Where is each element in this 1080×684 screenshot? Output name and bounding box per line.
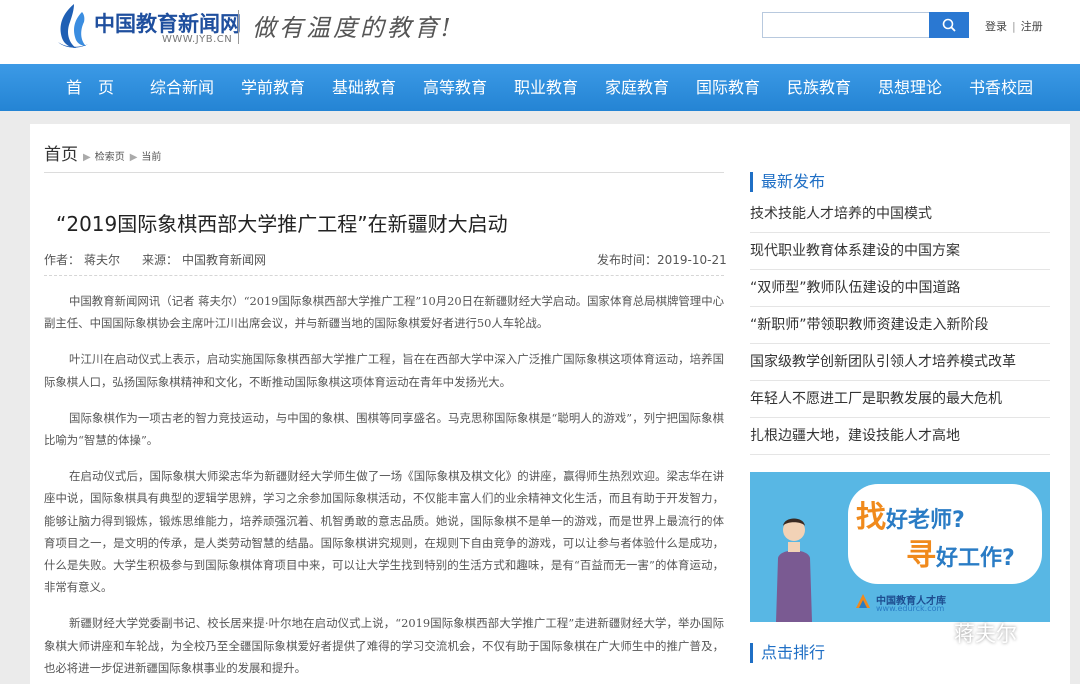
ad-line-1-big: 找 (856, 500, 886, 535)
breadcrumb-chevron-icon: ▶ (129, 152, 138, 163)
ranking-heading: 点击排行 (750, 643, 825, 663)
meta-divider (44, 275, 724, 276)
header-divider (238, 10, 239, 44)
logo-url: WWW.JYB.CN (162, 34, 233, 45)
latest-news-item[interactable]: 国家级教学创新团队引领人才培养模式改革 (750, 344, 1050, 381)
search-button[interactable] (929, 12, 969, 38)
nav-item-basic-education[interactable]: 基础教育 (332, 64, 396, 111)
nav-item-preschool[interactable]: 学前教育 (241, 64, 305, 111)
latest-news-list: 技术技能人才培养的中国模式 现代职业教育体系建设的中国方案 “双师型”教师队伍建… (750, 196, 1050, 455)
latest-news-item[interactable]: “新职师”带领职教师资建设走入新阶段 (750, 307, 1050, 344)
nav-item-family[interactable]: 家庭教育 (605, 64, 669, 111)
latest-news-item[interactable]: 技术技能人才培养的中国模式 (750, 196, 1050, 233)
breadcrumb-current: 当前 (141, 152, 162, 163)
ad-brand-url: www.edurck.com (876, 604, 945, 613)
nav-item-ethnic[interactable]: 民族教育 (787, 64, 851, 111)
link-separator: | (1012, 20, 1016, 33)
article-source: 中国教育新闻网 (182, 253, 267, 267)
register-link[interactable]: 注册 (1021, 20, 1043, 33)
wechat-icon (918, 622, 947, 644)
author-label: 作者： (44, 253, 81, 267)
source-label: 来源： (142, 253, 179, 267)
nav-item-international[interactable]: 国际教育 (696, 64, 760, 111)
latest-heading: 最新发布 (750, 172, 825, 192)
article-paragraph: 在启动仪式后，国际象棋大师梁志华为新疆财经大学师生做了一场《国际象棋及棋文化》的… (44, 469, 724, 595)
login-link[interactable]: 登录 (985, 20, 1007, 33)
breadcrumb-home[interactable]: 首页 (44, 145, 78, 165)
pubtime-value: 2019-10-21 (657, 253, 727, 267)
site-slogan: 做有温度的教育! (252, 14, 454, 42)
search-icon (942, 18, 956, 32)
wechat-watermark: 蒋夫尔 (918, 618, 1017, 648)
talent-ad-banner[interactable]: 找好老师? 寻好工作? 中国教育人才库 www.edurck.com (750, 472, 1050, 622)
article-paragraph: 中国教育新闻网讯（记者 蒋夫尔）“2019国际象棋西部大学推广工程”10月20日… (44, 294, 724, 331)
article-meta: 作者： 蒋夫尔 来源： 中国教育新闻网 (44, 251, 270, 268)
latest-news-item[interactable]: “双师型”教师队伍建设的中国道路 (750, 270, 1050, 307)
ad-brand-logo-icon (856, 594, 870, 608)
breadcrumb-divider (44, 172, 724, 173)
breadcrumb-search[interactable]: 检索页 (95, 152, 125, 163)
article-paragraph: 叶江川在启动仪式上表示，启动实施国际象棋西部大学推广工程，旨在在西部大学中深入广… (44, 352, 724, 389)
main-nav: 首 页 综合新闻 学前教育 基础教育 高等教育 职业教育 家庭教育 国际教育 民… (0, 64, 1080, 111)
search-input[interactable] (762, 12, 930, 38)
site-header: 中国教育新闻网 WWW.JYB.CN 做有温度的教育! 登录 | 注册 (0, 0, 1080, 64)
nav-item-home[interactable]: 首 页 (66, 64, 114, 111)
article-body: 中国教育新闻网讯（记者 蒋夫尔）“2019国际象棋西部大学推广工程”10月20日… (44, 290, 724, 684)
ad-line-2: 寻好工作? (906, 530, 1015, 574)
breadcrumb-chevron-icon: ▶ (83, 152, 91, 163)
latest-news-item[interactable]: 扎根边疆大地，建设技能人才高地 (750, 418, 1050, 455)
ad-line-2-small: 好工作? (936, 546, 1015, 571)
article-pubtime: 发布时间：2019-10-21 (597, 251, 727, 268)
nav-item-vocational[interactable]: 职业教育 (514, 64, 578, 111)
article-author: 蒋夫尔 (84, 253, 121, 267)
latest-news-item[interactable]: 年轻人不愿进工厂是职教发展的最大危机 (750, 381, 1050, 418)
article-paragraph: 国际象棋作为一项古老的智力竞技运动，与中国的象棋、围棋等同享盛名。马克思称国际象… (44, 410, 724, 448)
latest-news-item[interactable]: 现代职业教育体系建设的中国方案 (750, 233, 1050, 270)
nav-item-campus[interactable]: 书香校园 (969, 64, 1033, 111)
watermark-text: 蒋夫尔 (954, 622, 1017, 646)
logo-flame-icon[interactable] (52, 2, 92, 50)
ad-person-illustration (776, 518, 812, 622)
nav-item-higher-education[interactable]: 高等教育 (423, 64, 487, 111)
nav-item-general-news[interactable]: 综合新闻 (150, 64, 214, 111)
article-title: “2019国际象棋西部大学推广工程”在新疆财大启动 (56, 212, 508, 236)
account-links: 登录 | 注册 (985, 18, 1043, 34)
ad-line-2-big: 寻 (906, 538, 936, 573)
pubtime-label: 发布时间： (597, 253, 658, 267)
breadcrumb: 首页 ▶ 检索页 ▶ 当前 (44, 140, 161, 165)
article-paragraph: 新疆财经大学党委副书记、校长居来提·叶尔地在启动仪式上说，“2019国际象棋西部… (44, 616, 724, 675)
nav-item-theory[interactable]: 思想理论 (878, 64, 942, 111)
